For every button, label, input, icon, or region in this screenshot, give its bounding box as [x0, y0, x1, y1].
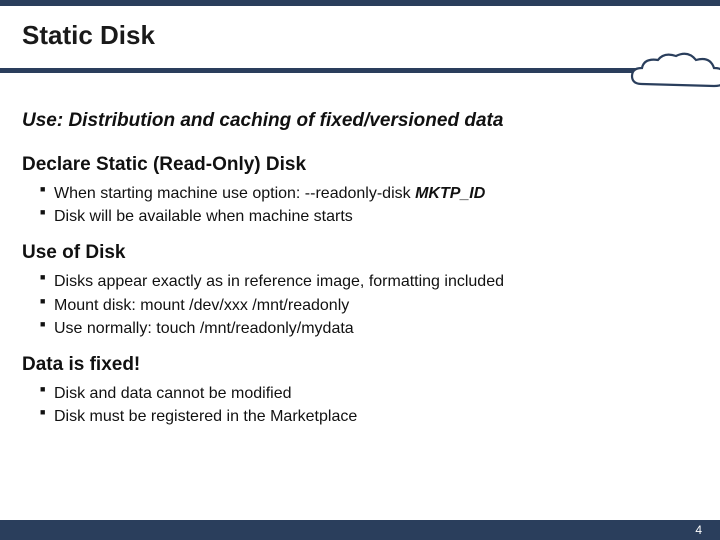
list-item: When starting machine use option: --read… — [40, 182, 698, 205]
use-line: Use: Distribution and caching of fixed/v… — [22, 110, 698, 132]
section-use: Use of Disk Disks appear exactly as in r… — [22, 242, 698, 340]
bullet-text: When starting machine use option: --read… — [54, 185, 415, 202]
section-heading: Use of Disk — [22, 242, 698, 264]
bullet-text: Disk will be available when machine star… — [54, 208, 353, 225]
list-item: Disks appear exactly as in reference ima… — [40, 270, 698, 293]
list-item: Mount disk: mount /dev/xxx /mnt/readonly — [40, 294, 698, 317]
bullet-text: Disk and data cannot be modified — [54, 385, 291, 402]
list-item: Disk will be available when machine star… — [40, 205, 698, 228]
section-fixed: Data is fixed! Disk and data cannot be m… — [22, 354, 698, 428]
bullet-text: Disk must be registered in the Marketpla… — [54, 408, 357, 425]
section-heading: Declare Static (Read-Only) Disk — [22, 154, 698, 176]
list-item: Disk must be registered in the Marketpla… — [40, 405, 698, 428]
list-item: Disk and data cannot be modified — [40, 382, 698, 405]
cloud-icon — [622, 50, 720, 98]
slide-content: Use: Distribution and caching of fixed/v… — [0, 110, 720, 428]
slide-title: Static Disk — [0, 6, 720, 63]
title-divider — [0, 68, 720, 82]
section-declare: Declare Static (Read-Only) Disk When sta… — [22, 154, 698, 228]
bullet-text: Disks appear exactly as in reference ima… — [54, 273, 504, 290]
emphasized-id: MKTP_ID — [415, 185, 485, 202]
list-item: Use normally: touch /mnt/readonly/mydata — [40, 317, 698, 340]
page-number: 4 — [695, 523, 702, 537]
bullet-text: Use normally: touch /mnt/readonly/mydata — [54, 320, 354, 337]
bullet-text: Mount disk: mount /dev/xxx /mnt/readonly — [54, 297, 349, 314]
footer-bar: 4 — [0, 520, 720, 540]
section-heading: Data is fixed! — [22, 354, 698, 376]
